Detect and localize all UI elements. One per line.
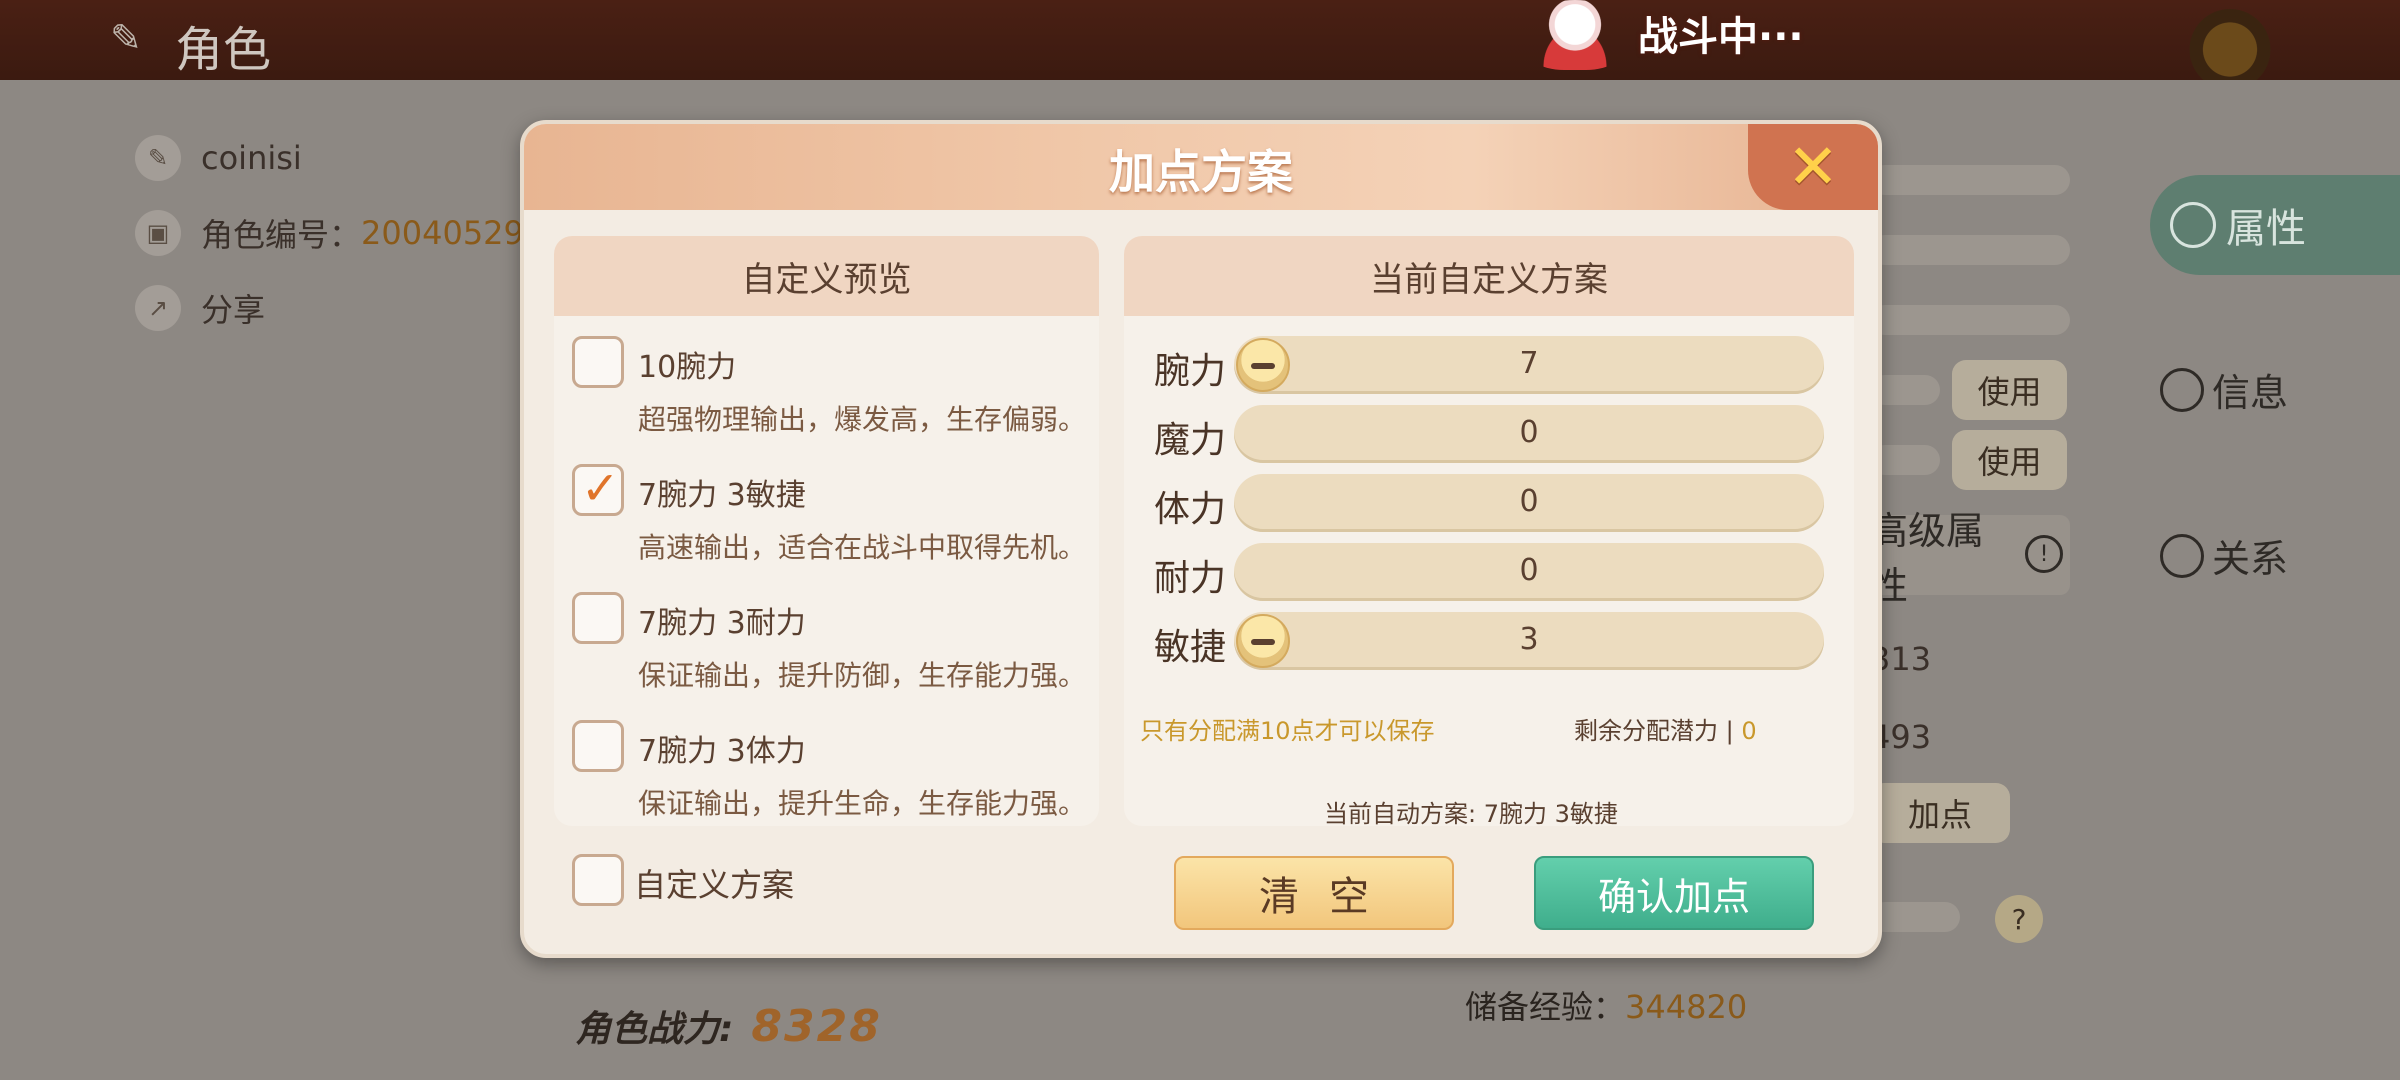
add-points-button[interactable]: 加点 <box>1870 783 2010 843</box>
checkmark-icon: ✓ <box>581 461 620 515</box>
tab-relations[interactable]: 关系 <box>2160 528 2288 583</box>
confirm-add-points-button[interactable]: 确认加点 <box>1534 856 1814 930</box>
stat-bar <box>1870 165 2070 195</box>
id-card-icon: ▣ <box>135 210 181 256</box>
attr-row-strength: 腕力 7 <box>1154 336 1834 394</box>
tab-attributes[interactable]: 属性 <box>2150 175 2400 275</box>
avatar[interactable] <box>2185 0 2275 90</box>
close-icon[interactable]: ✕ <box>1787 136 1839 198</box>
battle-status-text: 战斗中··· <box>1638 14 1804 60</box>
attributes-icon <box>2170 202 2216 248</box>
attr-value: 3 <box>1519 622 1539 657</box>
dialog-header: 加点方案 ✕ <box>524 124 1878 210</box>
remaining-points: 剩余分配潜力 | 0 <box>1574 717 1757 745</box>
preset-checkbox-checked[interactable]: ✓ <box>572 461 624 516</box>
preset-checkbox[interactable] <box>572 720 624 772</box>
share-icon[interactable]: ↗ <box>135 285 181 331</box>
use-button[interactable]: 使用 <box>1952 360 2067 420</box>
custom-plan-checkbox[interactable] <box>572 854 624 906</box>
minus-button[interactable] <box>1236 614 1290 668</box>
preset-preview-panel: 自定义预览 10腕力 超强物理输出，爆发高，生存偏弱。 ✓ 7腕力 3敏捷 高速… <box>554 236 1099 826</box>
share-label[interactable]: 分享 <box>201 285 265 331</box>
top-bar: ✎ 角色 战斗中··· <box>0 0 2400 90</box>
attr-value: 0 <box>1519 484 1539 519</box>
player-name-row: ✎ coinisi <box>135 135 302 181</box>
quill-icon[interactable]: ✎ <box>135 135 181 181</box>
character-icon: ✎ <box>110 16 142 60</box>
clear-button[interactable]: 清空 <box>1174 856 1454 930</box>
combat-power: 角色战力: 8328 <box>575 1001 882 1052</box>
help-icon[interactable]: ? <box>1995 895 2043 943</box>
player-name: coinisi <box>201 139 302 177</box>
info-list-icon <box>2160 367 2204 412</box>
point-allocation-dialog: 加点方案 ✕ 自定义预览 10腕力 超强物理输出，爆发高，生存偏弱。 ✓ 7腕力… <box>520 120 1882 958</box>
preset-preview-header: 自定义预览 <box>554 236 1099 316</box>
attr-value: 0 <box>1519 415 1539 450</box>
close-button[interactable]: ✕ <box>1748 124 1878 210</box>
role-id-label: 角色编号： <box>201 216 362 254</box>
attr-value: 7 <box>1519 346 1539 381</box>
use-button[interactable]: 使用 <box>1952 430 2067 490</box>
preset-checkbox[interactable] <box>572 336 624 388</box>
minus-button[interactable] <box>1236 338 1290 392</box>
share-row[interactable]: ↗ 分享 <box>135 285 265 331</box>
attr-value: 0 <box>1519 553 1539 588</box>
attr-row-magic: 魔力 0 <box>1154 405 1834 463</box>
save-requirement-note: 只有分配满10点才可以保存 <box>1140 717 1435 745</box>
stat-bar <box>1870 235 2070 265</box>
info-icon[interactable]: ! <box>2025 535 2063 573</box>
battle-status-badge: 战斗中··· <box>1520 0 1850 70</box>
stat-bar <box>1870 305 2070 335</box>
page-title: 角色 <box>175 22 272 78</box>
pig-mascot-icon <box>1520 0 1630 70</box>
current-auto-plan: 当前自动方案: 7腕力 3敏捷 <box>1324 800 1618 828</box>
custom-plan-panel: 当前自定义方案 腕力 7 魔力 0 体力 0 耐力 0 敏捷 3 只有分配满10… <box>1124 236 1854 826</box>
reserve-exp: 储备经验：344820 <box>1465 988 1748 1026</box>
preset-checkbox[interactable] <box>572 592 624 644</box>
exp-bar <box>1870 902 1960 932</box>
role-id-row: ▣ 角色编号： 20040529 <box>135 210 524 256</box>
custom-plan-header: 当前自定义方案 <box>1124 236 1854 316</box>
attr-row-vitality: 体力 0 <box>1154 474 1834 532</box>
dialog-title: 加点方案 <box>1109 145 1293 199</box>
attr-row-endurance: 耐力 0 <box>1154 543 1834 601</box>
relations-icon <box>2160 533 2204 578</box>
attr-row-agility: 敏捷 3 <box>1154 612 1834 670</box>
role-id-value: 20040529 <box>361 214 524 252</box>
tab-info[interactable]: 信息 <box>2160 362 2288 417</box>
